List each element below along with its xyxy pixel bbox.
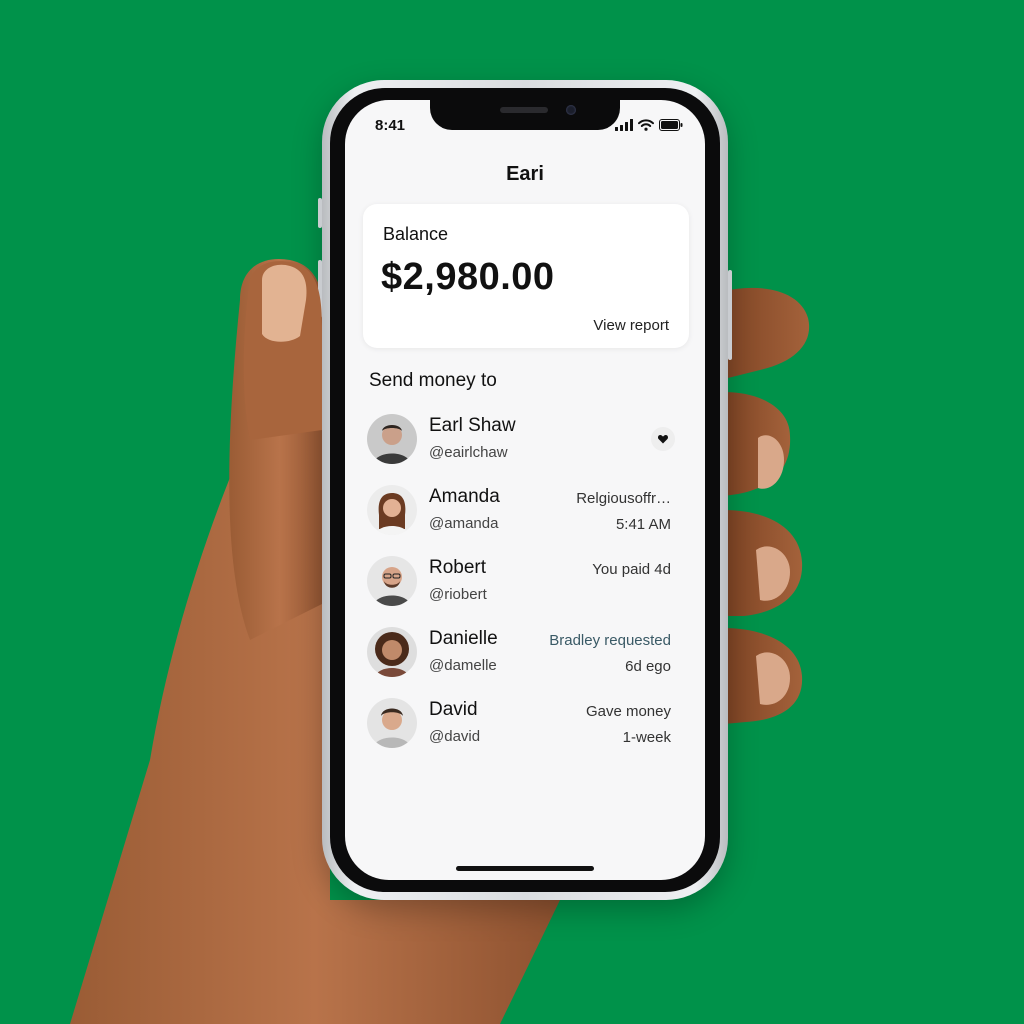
signal-icon (615, 119, 633, 131)
status-time: 8:41 (375, 117, 406, 134)
heart-icon (658, 434, 668, 444)
app-title: Eari (506, 163, 544, 185)
contact-row-earl-shaw[interactable]: Earl Shaw @eairlchaw (345, 412, 705, 472)
contact-activity: Bradley requested (549, 632, 671, 649)
battery-icon (659, 119, 683, 131)
contact-timestamp: 6d ego (625, 658, 671, 675)
favorite-button[interactable] (651, 427, 675, 451)
send-money-title: Send money to (369, 370, 497, 391)
contact-handle: @riobert (429, 586, 487, 603)
contact-handle: @david (429, 728, 481, 745)
home-indicator[interactable] (456, 866, 594, 871)
contact-handle: @eairlchaw (429, 444, 508, 461)
mute-switch (318, 198, 322, 228)
contact-handle: @amanda (429, 515, 499, 532)
balance-amount: $2,980.00 (381, 256, 555, 298)
phone-device: 8:41 Eari Balance $2,980.00 View report … (318, 80, 732, 900)
avatar (367, 485, 417, 535)
contact-name: Robert (429, 557, 487, 578)
avatar (367, 556, 417, 606)
contact-row-david[interactable]: David @david Gave money 1-week (345, 696, 705, 756)
contact-row-danielle[interactable]: Danielle @damelle Bradley requested 6d e… (345, 625, 705, 685)
wifi-icon (638, 119, 654, 131)
avatar (367, 414, 417, 464)
avatar (367, 698, 417, 748)
phone-screen: 8:41 Eari Balance $2,980.00 View report … (345, 100, 705, 880)
contact-handle: @damelle (429, 657, 497, 674)
front-camera (566, 105, 576, 115)
volume-up-button (318, 260, 322, 318)
contact-activity: Gave money (585, 703, 671, 720)
contact-name: Amanda (429, 486, 500, 507)
contact-row-amanda[interactable]: Amanda @amanda Relgiousoffr… 5:41 AM (345, 483, 705, 543)
avatar (367, 627, 417, 677)
view-report-link[interactable]: View report (593, 317, 669, 334)
power-button (728, 270, 732, 360)
contact-activity: You paid 4d (592, 561, 671, 578)
balance-card: Balance $2,980.00 View report (363, 204, 689, 348)
contact-timestamp: 1-week (622, 729, 671, 746)
status-icons (615, 119, 683, 131)
contact-name: David (429, 699, 478, 720)
contact-timestamp: 5:41 AM (615, 516, 671, 533)
notch (430, 100, 620, 130)
balance-label: Balance (383, 224, 449, 244)
contact-activity: Relgiousoffr… (576, 490, 671, 507)
contact-row-robert[interactable]: Robert @riobert You paid 4d (345, 554, 705, 614)
contact-name: Danielle (429, 628, 498, 649)
contact-name: Earl Shaw (429, 415, 516, 436)
photo-stage: 8:41 Eari Balance $2,980.00 View report … (0, 0, 1024, 1024)
speaker-grille (500, 107, 548, 113)
